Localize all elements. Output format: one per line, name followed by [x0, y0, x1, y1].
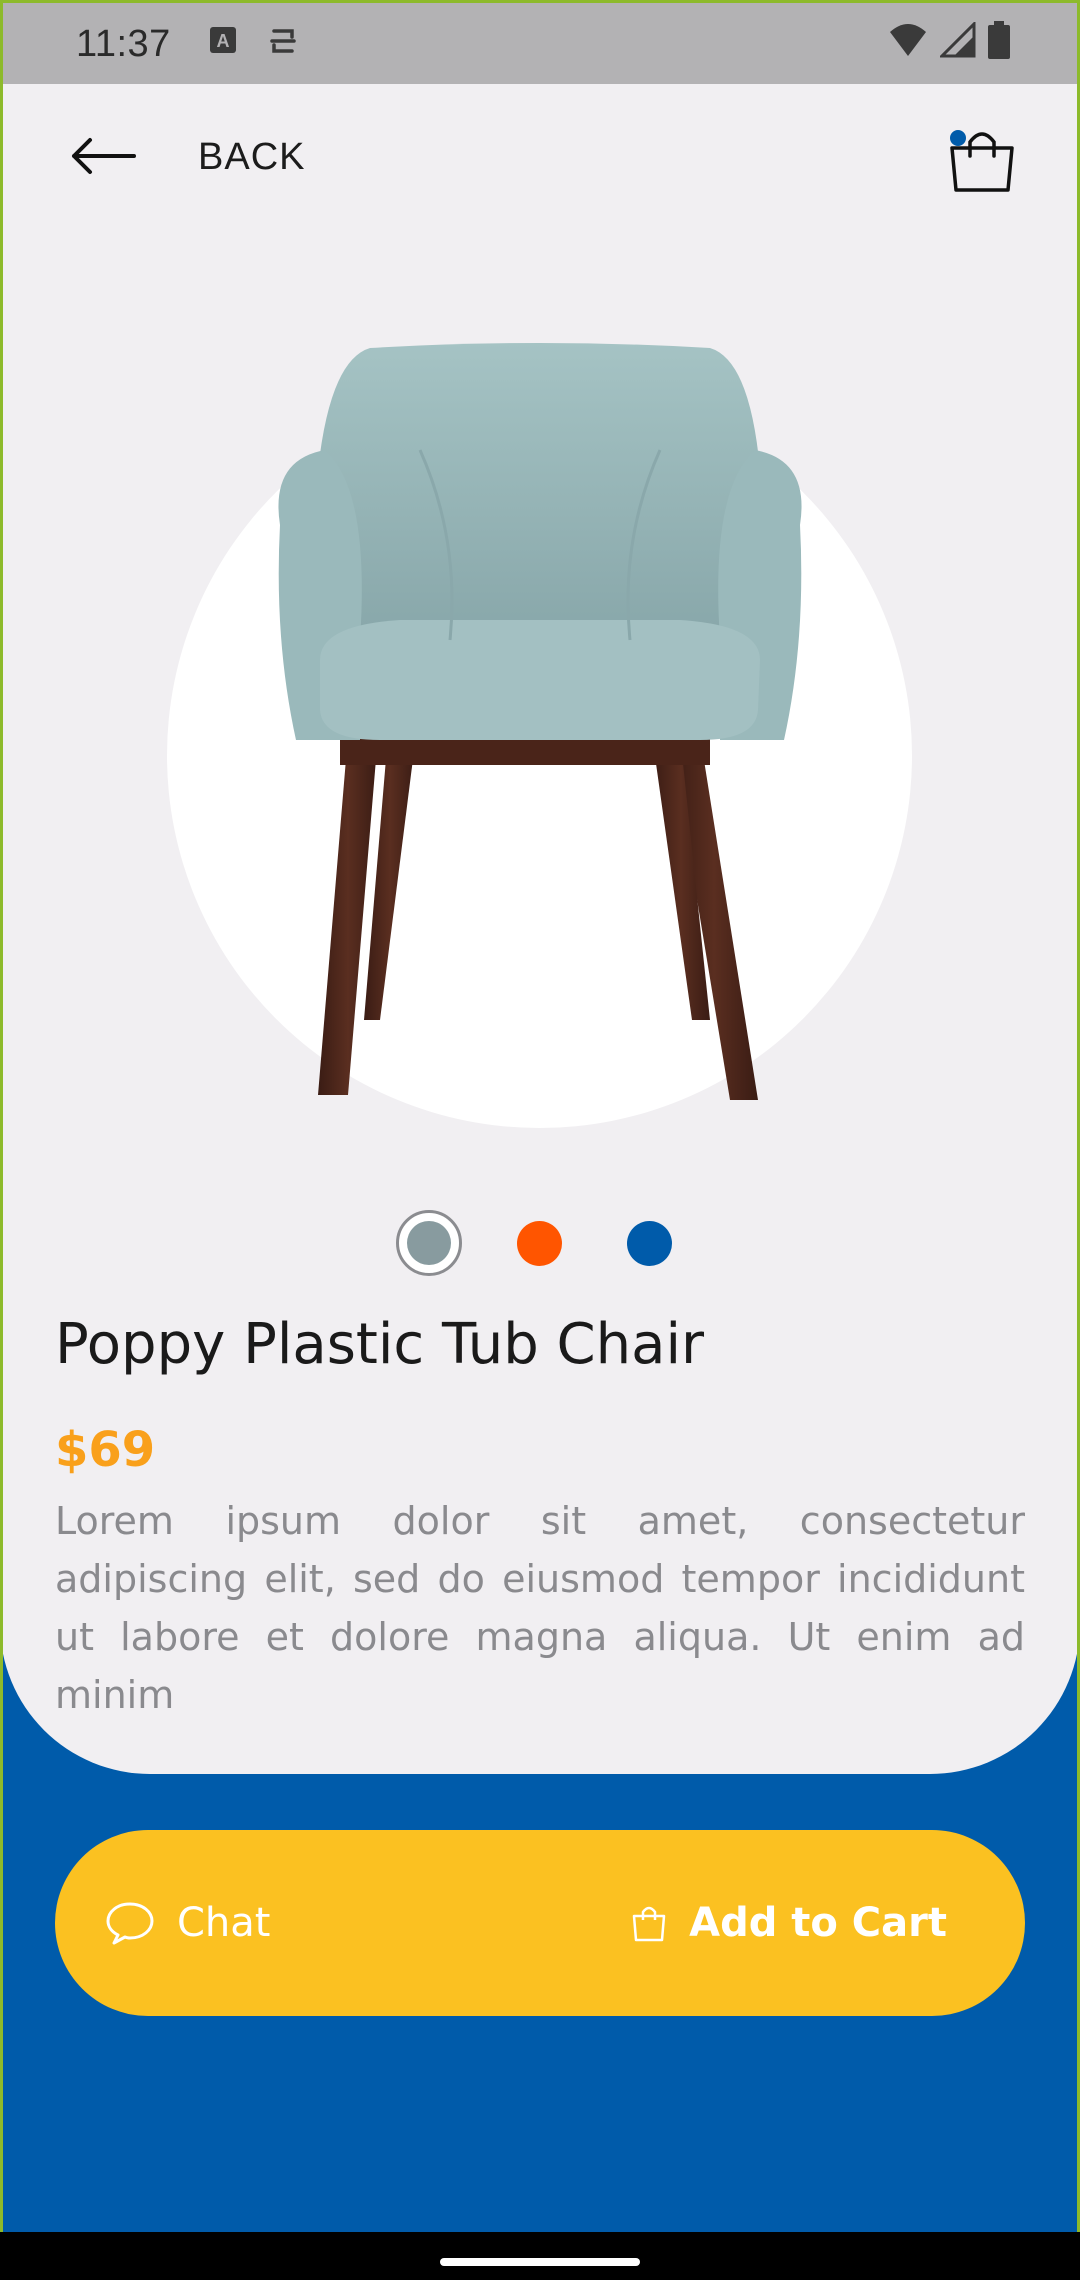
a-icon: A — [210, 27, 236, 53]
shopping-bag-small-icon — [632, 1906, 666, 1942]
action-bar: Chat Add to Cart — [55, 1830, 1025, 2016]
svg-text:A: A — [217, 31, 230, 51]
signal-icon — [940, 22, 976, 58]
battery-icon — [988, 21, 1010, 59]
app-screen: 11:37 A BACK Poppy Plastic Tub Chair $69… — [0, 0, 1080, 2280]
color-swatch-grey[interactable] — [396, 1210, 462, 1276]
color-swatch-grey-fill — [407, 1221, 451, 1265]
chat-button[interactable]: Chat — [105, 1878, 270, 1968]
top-bar: BACK — [0, 84, 1080, 234]
frame-edge-left — [0, 0, 3, 2232]
color-swatch-blue[interactable] — [627, 1221, 672, 1266]
navigation-bar — [0, 2232, 1080, 2280]
add-to-cart-button[interactable]: Add to Cart — [631, 1878, 947, 1968]
color-swatch-orange[interactable] — [517, 1221, 562, 1266]
product-description: Lorem ipsum dolor sit amet, consectetur … — [55, 1499, 1025, 1717]
product-price: $69 — [55, 1422, 156, 1478]
home-indicator[interactable] — [440, 2258, 640, 2266]
wifi-icon — [890, 24, 926, 56]
add-to-cart-label: Add to Cart — [689, 1900, 947, 1946]
cart-badge — [950, 130, 966, 146]
status-time: 11:37 — [76, 23, 171, 65]
sync-icon — [270, 29, 296, 53]
chat-bubble-icon — [106, 1902, 154, 1945]
status-bar: 11:37 A — [0, 0, 1080, 84]
back-button[interactable]: BACK — [198, 136, 305, 179]
back-arrow-icon[interactable] — [70, 136, 136, 176]
color-selector — [0, 1210, 1080, 1278]
product-title: Poppy Plastic Tub Chair — [55, 1312, 705, 1377]
chat-label: Chat — [177, 1900, 271, 1946]
product-image — [278, 343, 802, 1100]
